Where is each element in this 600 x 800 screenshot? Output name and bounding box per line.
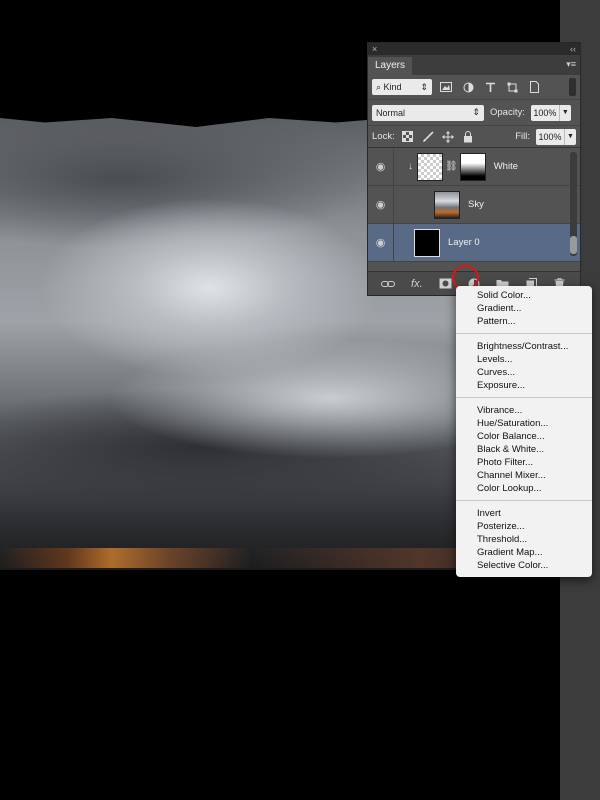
opacity-field[interactable]: 100% <box>530 104 559 121</box>
menu-item-curves[interactable]: Curves... <box>456 366 592 379</box>
chevron-updown-icon: ⇕ <box>472 107 480 117</box>
menu-item-hue-saturation[interactable]: Hue/Saturation... <box>456 417 592 430</box>
menu-item-invert[interactable]: Invert <box>456 507 592 520</box>
collapse-panel-icon[interactable]: ‹‹ <box>570 44 576 54</box>
layers-panel: × ‹‹ Layers ▾≡ ⌕ Kind ⇕ Normal ⇕ Opacity… <box>367 42 581 296</box>
layer-name-layer-0[interactable]: Layer 0 <box>448 237 480 248</box>
link-icon[interactable] <box>380 276 396 292</box>
lock-pixels-brush-icon[interactable] <box>421 130 435 144</box>
tab-layers[interactable]: Layers <box>368 57 413 75</box>
eye-visibility-icon[interactable]: ◉ <box>368 147 394 186</box>
opacity-label: Opacity: <box>490 107 525 118</box>
panel-titlebar: × ‹‹ <box>368 43 580 55</box>
menu-divider <box>456 333 592 334</box>
menu-item-selective-color[interactable]: Selective Color... <box>456 559 592 572</box>
eye-visibility-icon[interactable]: ◉ <box>368 185 394 224</box>
panel-tabs: Layers ▾≡ <box>368 55 580 75</box>
panel-menu-icon[interactable]: ▾≡ <box>566 59 576 70</box>
menu-item-vibrance[interactable]: Vibrance... <box>456 404 592 417</box>
menu-item-pattern[interactable]: Pattern... <box>456 315 592 328</box>
lock-label: Lock: <box>372 131 395 142</box>
menu-item-exposure[interactable]: Exposure... <box>456 379 592 392</box>
lock-all-padlock-icon[interactable] <box>461 130 475 144</box>
layers-scrollbar[interactable] <box>570 152 577 256</box>
filter-shape-icon[interactable] <box>504 79 520 95</box>
lock-position-move-icon[interactable] <box>441 130 455 144</box>
mask-icon[interactable] <box>437 276 453 292</box>
link-chain-icon[interactable]: ⛓ <box>445 161 458 172</box>
menu-item-channel-mixer[interactable]: Channel Mixer... <box>456 469 592 482</box>
layer-name-sky[interactable]: Sky <box>468 199 484 210</box>
scrollbar-thumb[interactable] <box>570 236 577 254</box>
blend-row: Normal ⇕ Opacity: 100% ▼ <box>368 99 580 125</box>
lock-transparency-icon[interactable] <box>401 130 415 144</box>
filter-smart-object-icon[interactable] <box>526 79 542 95</box>
layer-name-white[interactable]: White <box>494 161 518 172</box>
menu-item-posterize[interactable]: Posterize... <box>456 520 592 533</box>
layer-row-sky[interactable]: ◉ Sky <box>368 185 580 224</box>
menu-item-photo-filter[interactable]: Photo Filter... <box>456 456 592 469</box>
lock-row: Lock: Fill: 100% ▼ <box>368 125 580 147</box>
filter-kind-label: ⌕ Kind <box>376 81 402 92</box>
fill-label: Fill: <box>515 131 530 142</box>
menu-item-color-lookup[interactable]: Color Lookup... <box>456 482 592 495</box>
layer-thumbnail-black <box>414 228 440 257</box>
menu-item-solid-color[interactable]: Solid Color... <box>456 289 592 302</box>
close-panel-icon[interactable]: × <box>372 44 377 54</box>
layer-thumbnail-transparent <box>417 152 443 181</box>
menu-item-brightness-contrast[interactable]: Brightness/Contrast... <box>456 340 592 353</box>
chevron-updown-icon: ⇕ <box>420 81 428 92</box>
layer-row-layer-0[interactable]: ◉ Layer 0 <box>368 223 580 262</box>
menu-item-gradient[interactable]: Gradient... <box>456 302 592 315</box>
clipping-arrow-icon: ↓ <box>408 161 413 172</box>
blend-mode-value: Normal <box>376 107 406 118</box>
menu-item-color-balance[interactable]: Color Balance... <box>456 430 592 443</box>
fx-icon[interactable]: fx. <box>409 276 425 292</box>
fill-dropdown-arrow[interactable]: ▼ <box>564 128 576 145</box>
blend-mode-select[interactable]: Normal ⇕ <box>372 104 484 121</box>
filter-kind-select[interactable]: ⌕ Kind ⇕ <box>372 79 432 95</box>
layers-list: ◉ ↓ ⛓ White ◉ Sky ◉ Layer 0 <box>368 147 580 262</box>
filter-type-icon[interactable] <box>482 79 498 95</box>
layer-filter-row: ⌕ Kind ⇕ <box>368 75 580 99</box>
filter-pixel-icon[interactable] <box>438 79 454 95</box>
layer-thumbnail-sky <box>434 190 460 219</box>
menu-item-threshold[interactable]: Threshold... <box>456 533 592 546</box>
menu-item-black-white[interactable]: Black & White... <box>456 443 592 456</box>
opacity-dropdown-arrow[interactable]: ▼ <box>558 104 571 121</box>
filter-toggle-switch[interactable] <box>569 78 576 96</box>
menu-divider <box>456 397 592 398</box>
menu-divider <box>456 500 592 501</box>
fill-field[interactable]: 100% <box>536 128 564 145</box>
adjustment-layer-menu: Solid Color... Gradient... Pattern... Br… <box>456 286 592 577</box>
filter-adjustment-icon[interactable] <box>460 79 476 95</box>
layer-mask-thumbnail[interactable] <box>459 152 486 181</box>
eye-visibility-icon[interactable]: ◉ <box>368 223 394 262</box>
menu-item-gradient-map[interactable]: Gradient Map... <box>456 546 592 559</box>
layer-row-white[interactable]: ◉ ↓ ⛓ White <box>368 147 580 186</box>
menu-item-levels[interactable]: Levels... <box>456 353 592 366</box>
